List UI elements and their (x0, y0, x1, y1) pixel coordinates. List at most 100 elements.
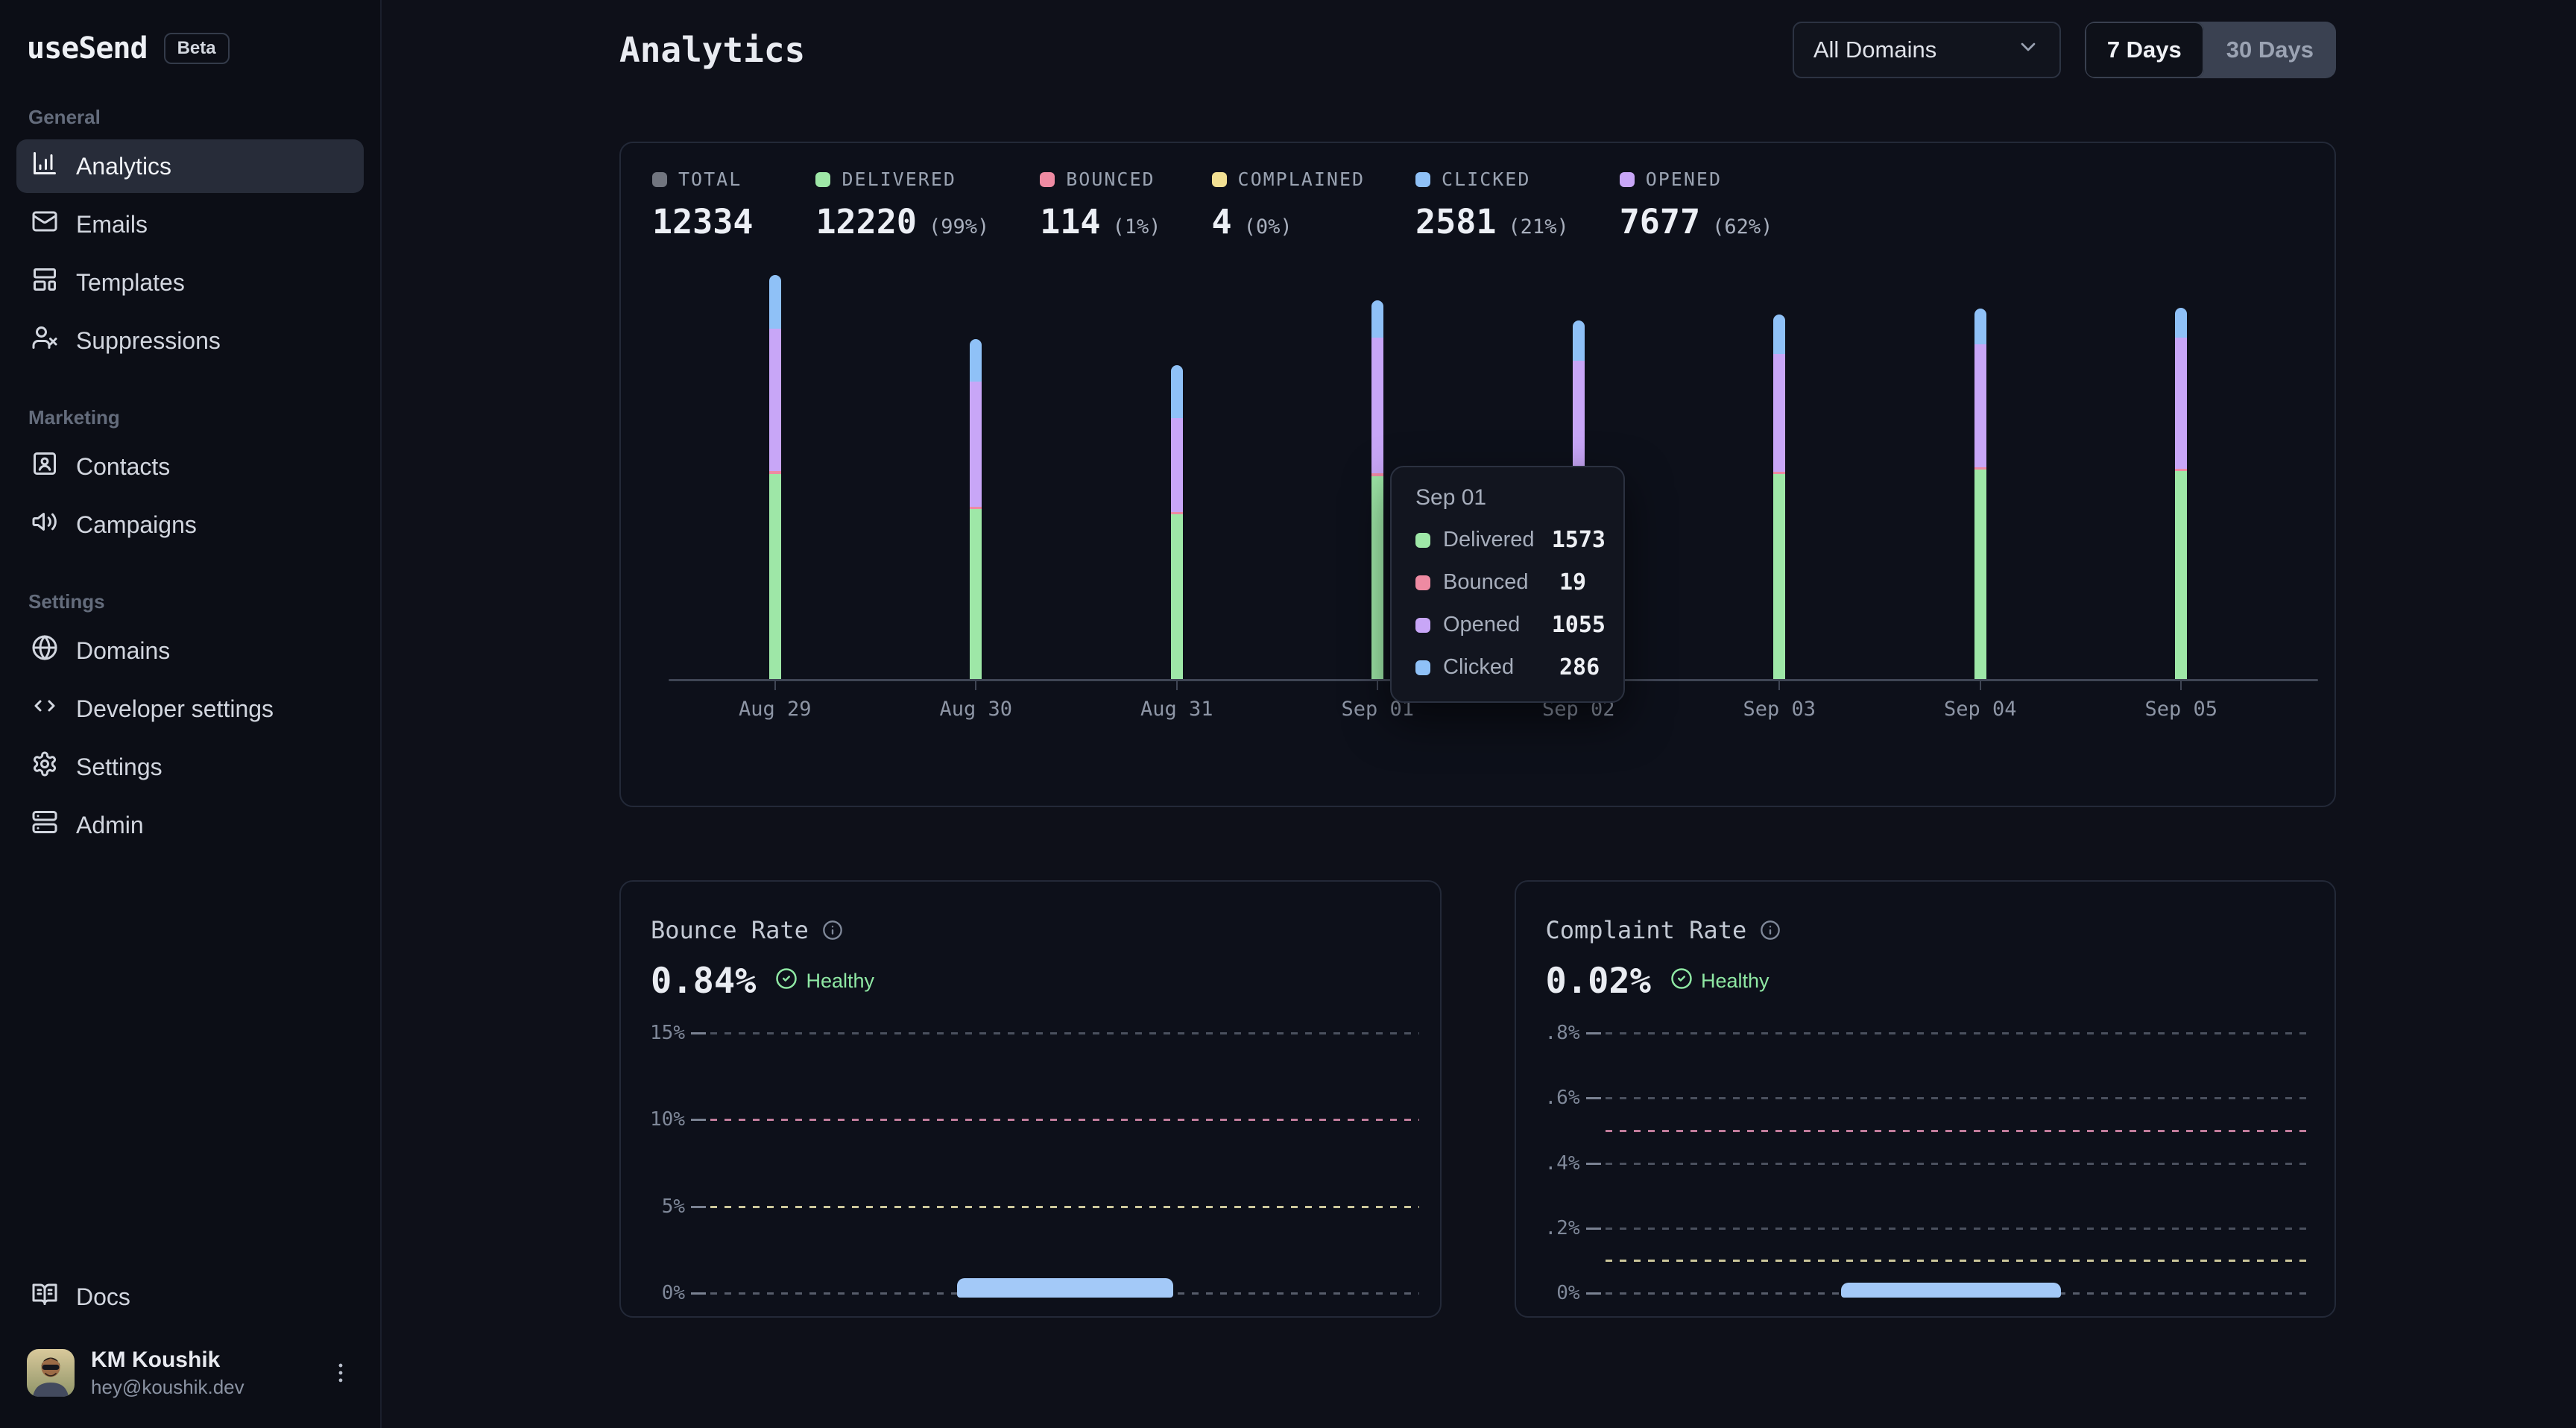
range-option-7-days[interactable]: 7 Days (2085, 22, 2204, 78)
tooltip-label: Opened (1443, 613, 1552, 637)
domain-filter-select[interactable]: All Domains (1793, 22, 2061, 78)
email-volume-card: TOTAL 12334 DELIVERED 12220(99%) BOUNCED… (619, 142, 2336, 807)
date-range-toggle: 7 Days 30 Days (2085, 22, 2336, 78)
y-axis-tick (691, 1206, 706, 1208)
stacked-bar-sep-04[interactable] (1974, 309, 1986, 679)
brand-logo: useSend (27, 31, 148, 66)
sidebar-item-label: Domains (76, 637, 170, 665)
bar-segment-opened (2175, 338, 2187, 469)
ellipsis-vertical-icon[interactable] (328, 1360, 353, 1386)
sidebar-item-settings[interactable]: Settings (16, 740, 364, 794)
sidebar-item-suppressions[interactable]: Suppressions (16, 314, 364, 367)
sidebar-item-label: Settings (76, 754, 162, 781)
bar-segment-clicked (1573, 320, 1585, 361)
clicked-chip (1415, 660, 1430, 675)
bar-segment-delivered (1974, 470, 1986, 679)
app-window: useSend Beta General Analytics Emails Te… (0, 0, 2576, 1428)
bar-segment-clicked (1171, 365, 1183, 418)
bar-chart-icon (31, 150, 58, 183)
user-email: hey@koushik.dev (91, 1377, 244, 1397)
x-axis-label: Sep 05 (2144, 698, 2217, 721)
total-dot (652, 172, 667, 187)
y-axis-label: 5% (621, 1195, 685, 1218)
tooltip-row-bounced: Bounced 19 (1415, 569, 1606, 595)
bar-segment-opened (1371, 338, 1383, 474)
sidebar-item-docs[interactable]: Docs (16, 1270, 364, 1324)
tooltip-row-opened: Opened 1055 (1415, 612, 1606, 638)
user-account-row[interactable]: KM Koushik hey@koushik.dev (16, 1340, 364, 1406)
sidebar-item-label: Admin (76, 812, 144, 839)
x-axis-label: Aug 31 (1140, 698, 1213, 721)
tooltip-label: Clicked (1443, 655, 1559, 680)
range-option-30-days[interactable]: 30 Days (2204, 22, 2336, 78)
stacked-bar-aug-31[interactable] (1171, 365, 1183, 679)
stacked-bar-sep-05[interactable] (2175, 308, 2187, 679)
tooltip-value: 19 (1559, 569, 1586, 595)
section-label-general: General (28, 106, 364, 129)
bar-segment-delivered (970, 509, 982, 679)
bar-segment-opened (970, 382, 982, 507)
sidebar-item-developer-settings[interactable]: Developer settings (16, 682, 364, 736)
delivered-chip (1415, 533, 1430, 548)
sidebar-item-templates[interactable]: Templates (16, 256, 364, 309)
page-title: Analytics (619, 30, 805, 70)
tooltip-value: 1573 (1552, 527, 1606, 553)
stacked-bar-aug-29[interactable] (769, 275, 781, 679)
x-axis-label: Sep 04 (1944, 698, 2017, 721)
avatar (27, 1349, 75, 1397)
layout-template-icon (31, 266, 58, 299)
sidebar-item-emails[interactable]: Emails (16, 198, 364, 251)
x-axis-tick (1980, 681, 1981, 690)
code-icon (31, 692, 58, 725)
sidebar-item-contacts[interactable]: Contacts (16, 440, 364, 493)
y-axis-tick (1586, 1163, 1601, 1165)
bar-segment-delivered (1171, 514, 1183, 679)
complaint-rate-chart: .8%.6%.4%.2%0% (1516, 882, 2335, 1316)
section-label-marketing: Marketing (28, 406, 364, 429)
main-content: Analytics All Domains 7 Days 30 Days TOT… (382, 0, 2576, 1428)
gridline (710, 1206, 1419, 1208)
bar-segment-clicked (1773, 315, 1785, 354)
sidebar-item-label: Docs (76, 1283, 130, 1311)
domain-filter-value: All Domains (1813, 37, 1936, 63)
sidebar-item-label: Suppressions (76, 327, 221, 355)
y-axis-tick (1586, 1228, 1601, 1230)
y-axis-label: .2% (1516, 1217, 1580, 1239)
y-axis-label: 15% (621, 1022, 685, 1044)
complaint-rate-card: Complaint Rate 0.02% Healthy .8%.6%.4%.2… (1515, 880, 2337, 1318)
bar-segment-clicked (2175, 308, 2187, 338)
stacked-bar-sep-01[interactable] (1371, 300, 1383, 679)
tooltip-label: Bounced (1443, 570, 1559, 595)
x-axis-tick (774, 681, 776, 690)
x-axis-tick (1176, 681, 1178, 690)
bar-segment-delivered (1773, 474, 1785, 679)
y-axis-label: .4% (1516, 1152, 1580, 1175)
bar-segment-clicked (1974, 309, 1986, 344)
mail-icon (31, 208, 58, 241)
y-axis-tick (691, 1119, 706, 1121)
y-axis-label: 0% (1516, 1282, 1580, 1304)
server-icon (31, 809, 58, 841)
gridline (1606, 1032, 2314, 1034)
tooltip-label: Delivered (1443, 528, 1552, 552)
x-axis-tick (975, 681, 976, 690)
sidebar-item-label: Analytics (76, 153, 171, 180)
sidebar-item-domains[interactable]: Domains (16, 624, 364, 677)
y-axis-tick (1586, 1097, 1601, 1099)
brand-row: useSend Beta (16, 25, 364, 72)
sidebar-footer: Docs KM Koushik hey@koushi (16, 1270, 364, 1406)
x-axis-tick (1377, 681, 1378, 690)
header-controls: All Domains 7 Days 30 Days (1793, 22, 2336, 78)
stacked-bar-sep-03[interactable] (1773, 315, 1785, 679)
bar-segment-opened (769, 329, 781, 471)
stacked-bar-aug-30[interactable] (970, 339, 982, 679)
rate-area-series (1841, 1283, 2061, 1298)
sidebar-item-admin[interactable]: Admin (16, 798, 364, 852)
sidebar: useSend Beta General Analytics Emails Te… (0, 0, 382, 1428)
y-axis-tick (1586, 1292, 1601, 1295)
y-axis-tick (691, 1292, 706, 1295)
gridline (710, 1032, 1419, 1034)
sidebar-item-analytics[interactable]: Analytics (16, 139, 364, 193)
sidebar-item-campaigns[interactable]: Campaigns (16, 498, 364, 552)
x-axis-tick (2180, 681, 2182, 690)
